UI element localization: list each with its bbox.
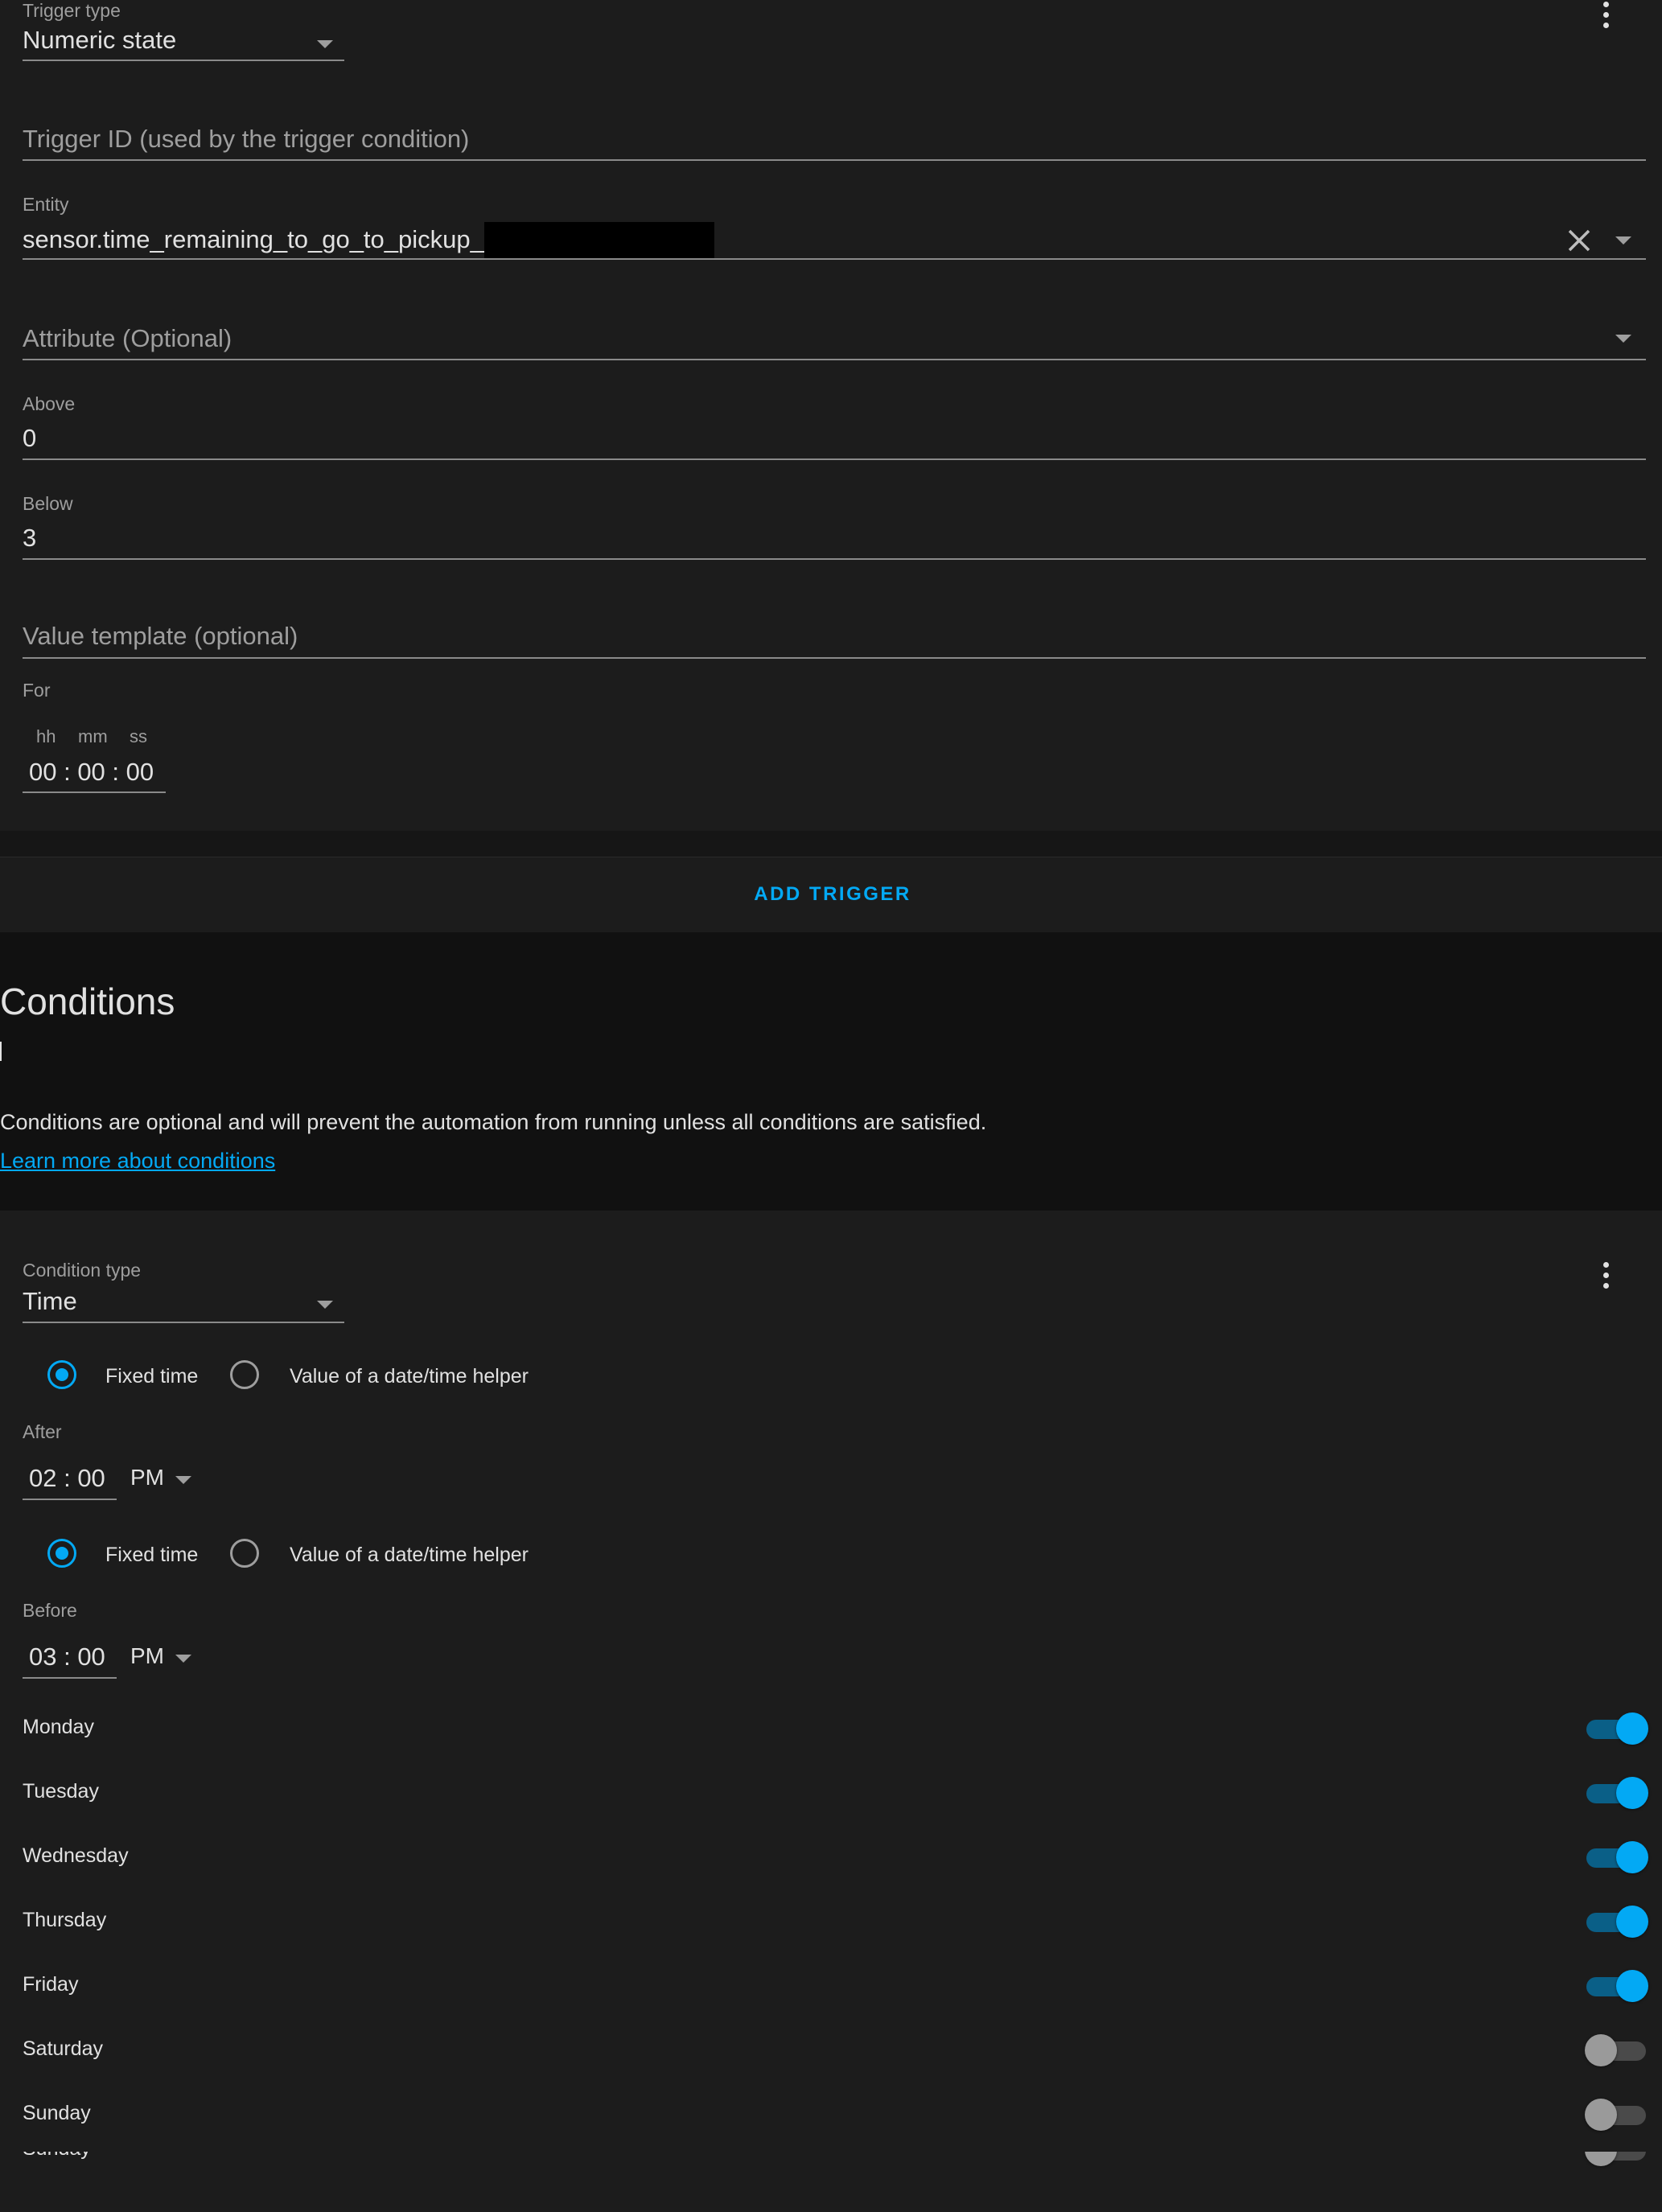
redacted-block	[484, 222, 714, 259]
dots-vertical-icon[interactable]	[1594, 0, 1619, 35]
radio-selected-dot	[56, 1368, 68, 1381]
below-label: Below	[23, 493, 73, 514]
attribute-placeholder: Attribute (Optional)	[23, 324, 232, 352]
after-ampm-select[interactable]: PM	[130, 1465, 203, 1497]
weekday-switch-thursday[interactable]	[1586, 1899, 1648, 1944]
helper-label: Value of a date/time helper	[290, 1365, 529, 1388]
condition-type-value: Time	[23, 1287, 77, 1315]
weekday-switch-sunday[interactable]	[1585, 2092, 1646, 2137]
menu-down-icon	[175, 1476, 191, 1484]
clipped-row: Sunday	[0, 2152, 1662, 2174]
fixed-time-radio-before[interactable]	[47, 1539, 76, 1568]
fixed-time-radio-after[interactable]	[47, 1360, 76, 1389]
value-template-input[interactable]: Value template (optional)	[23, 618, 1646, 660]
after-time-value: 02 : 00	[29, 1464, 105, 1492]
before-time-underline	[23, 1677, 117, 1679]
trigger-card: Trigger type Numeric state Trigger ID (u…	[0, 0, 1662, 831]
trigger-type-select[interactable]: Numeric state	[23, 23, 344, 63]
weekday-label-monday: Monday	[23, 1716, 94, 1738]
card-divider	[0, 831, 1662, 857]
menu-down-icon	[1615, 335, 1631, 343]
for-duration-underline	[23, 791, 166, 793]
minutes-unit-label: mm	[78, 726, 108, 746]
weekday-label-friday: Friday	[23, 1973, 79, 1996]
weekday-label-thursday: Thursday	[23, 1909, 107, 1931]
above-value: 0	[23, 424, 37, 452]
trigger-type-value: Numeric state	[23, 26, 177, 54]
add-trigger-bar: ADD TRIGGER	[0, 857, 1662, 932]
attribute-underline	[23, 359, 1646, 360]
conditions-description: Conditions are optional and will prevent…	[0, 1110, 987, 1134]
trigger-type-underline	[23, 60, 344, 61]
condition-type-label: Condition type	[23, 1260, 142, 1281]
after-ampm-value: PM	[130, 1465, 164, 1490]
before-ampm-select[interactable]: PM	[130, 1643, 203, 1675]
weekday-switch-saturday[interactable]	[1585, 2028, 1646, 2073]
weekday-label-tuesday: Tuesday	[23, 1780, 99, 1803]
weekday-label-wednesday: Wednesday	[23, 1844, 129, 1867]
condition-type-select[interactable]: Time	[23, 1285, 344, 1325]
radio-selected-dot	[56, 1547, 68, 1560]
weekday-label-sunday: Sunday	[23, 2102, 91, 2124]
menu-down-icon	[175, 1655, 191, 1663]
before-label: Before	[23, 1600, 77, 1621]
weekday-label-saturday: Saturday	[23, 2037, 104, 2060]
for-duration-value: 00 : 00 : 00	[29, 758, 154, 786]
trigger-id-underline	[23, 159, 1646, 161]
value-template-underline	[23, 657, 1646, 659]
before-ampm-value: PM	[130, 1643, 164, 1668]
close-icon[interactable]	[1565, 227, 1593, 254]
after-label: After	[23, 1421, 62, 1442]
after-time-underline	[23, 1499, 117, 1500]
weekday-switch-friday[interactable]	[1586, 1963, 1648, 2008]
learn-more-conditions-link[interactable]: Learn more about conditions	[0, 1149, 275, 1174]
menu-down-icon	[317, 1301, 333, 1309]
trigger-id-placeholder: Trigger ID (used by the trigger conditio…	[23, 125, 470, 153]
above-label: Above	[23, 393, 76, 414]
entity-picker[interactable]: sensor.time_remaining_to_go_to_pickup_	[23, 219, 1646, 261]
after-time-input[interactable]: 02 : 00	[23, 1462, 117, 1502]
below-value: 3	[23, 524, 37, 552]
fixed-time-label: Fixed time	[105, 1544, 199, 1566]
trigger-type-label: Trigger type	[23, 0, 121, 21]
menu-down-icon	[317, 40, 333, 48]
trigger-id-input[interactable]: Trigger ID (used by the trigger conditio…	[23, 121, 1646, 162]
dots-vertical-icon[interactable]	[1594, 1256, 1619, 1296]
entity-underline	[23, 258, 1646, 260]
text-cursor	[0, 1042, 2, 1061]
helper-label: Value of a date/time helper	[290, 1544, 529, 1566]
before-time-value: 03 : 00	[29, 1643, 105, 1671]
below-underline	[23, 558, 1646, 560]
helper-radio-before[interactable]	[230, 1539, 259, 1568]
for-duration-input[interactable]: 00 : 00 : 00	[23, 754, 166, 795]
weekday-label-clipped: Sunday	[23, 2152, 91, 2161]
entity-value: sensor.time_remaining_to_go_to_pickup_	[23, 225, 484, 253]
weekday-switch-tuesday[interactable]	[1586, 1770, 1648, 1815]
helper-radio-after[interactable]	[230, 1360, 259, 1389]
menu-down-icon[interactable]	[1615, 236, 1631, 245]
before-time-input[interactable]: 03 : 00	[23, 1640, 117, 1680]
above-input[interactable]: 0	[23, 420, 1646, 462]
above-underline	[23, 458, 1646, 460]
conditions-heading: Conditions	[0, 981, 175, 1022]
hours-unit-label: hh	[36, 726, 56, 746]
attribute-select[interactable]: Attribute (Optional)	[23, 320, 1646, 362]
condition-card: Condition type Time Fixed time Value of …	[0, 1211, 1662, 2212]
entity-label: Entity	[23, 194, 69, 215]
condition-type-underline	[23, 1322, 344, 1323]
below-input[interactable]: 3	[23, 520, 1646, 561]
add-trigger-button[interactable]: ADD TRIGGER	[724, 874, 941, 915]
weekday-switch-wednesday[interactable]	[1586, 1835, 1648, 1880]
weekday-switch-clipped[interactable]	[1585, 2152, 1646, 2173]
seconds-unit-label: ss	[130, 726, 147, 746]
for-label: For	[23, 680, 51, 701]
fixed-time-label: Fixed time	[105, 1365, 199, 1388]
value-template-placeholder: Value template (optional)	[23, 622, 298, 650]
weekday-switch-monday[interactable]	[1586, 1706, 1648, 1751]
